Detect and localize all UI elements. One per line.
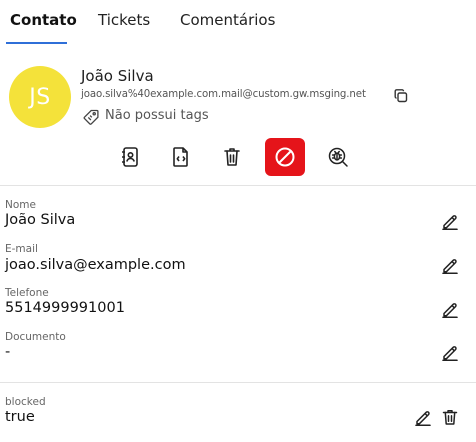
extras-divider bbox=[0, 382, 476, 383]
tab-contato[interactable]: Contato bbox=[10, 10, 77, 30]
edit-phone-icon[interactable] bbox=[440, 299, 460, 319]
field-value-phone: 5514999991001 bbox=[5, 300, 125, 316]
block-contact-button[interactable] bbox=[265, 138, 305, 176]
contact-name: João Silva bbox=[81, 67, 154, 85]
contact-panel: Contato Tickets Comentários JS João Silv… bbox=[0, 0, 476, 442]
extra-value-blocked: true bbox=[5, 409, 35, 425]
no-tags-label: Não possui tags bbox=[105, 108, 209, 123]
field-value-document: - bbox=[5, 344, 11, 360]
edit-blocked-icon[interactable] bbox=[413, 407, 433, 427]
field-value-name: João Silva bbox=[5, 212, 76, 228]
field-value-email: joao.silva@example.com bbox=[5, 257, 186, 273]
contact-card-icon bbox=[120, 146, 140, 168]
copy-icon[interactable] bbox=[393, 88, 409, 104]
field-label-phone: Telefone bbox=[5, 287, 49, 299]
trash-icon bbox=[222, 146, 242, 168]
edit-email-icon[interactable] bbox=[440, 255, 460, 275]
header-divider bbox=[0, 185, 476, 186]
avatar: JS bbox=[9, 66, 71, 128]
contact-email: joao.silva%40example.com.mail@custom.gw.… bbox=[81, 89, 366, 100]
bug-search-icon bbox=[327, 146, 349, 168]
edit-document-icon[interactable] bbox=[440, 342, 460, 362]
tag-icon bbox=[82, 108, 100, 126]
code-file-icon bbox=[171, 146, 191, 168]
active-tab-indicator bbox=[6, 42, 67, 44]
code-file-button[interactable] bbox=[161, 138, 201, 176]
field-label-name: Nome bbox=[5, 199, 36, 211]
delete-contact-button[interactable] bbox=[212, 138, 252, 176]
avatar-initials: JS bbox=[29, 84, 51, 110]
contact-card-button[interactable] bbox=[110, 138, 150, 176]
delete-blocked-icon[interactable] bbox=[440, 407, 460, 427]
tab-tickets[interactable]: Tickets bbox=[98, 10, 150, 30]
tab-bar: Contato Tickets Comentários bbox=[0, 0, 476, 46]
block-icon bbox=[274, 146, 296, 168]
field-label-document: Documento bbox=[5, 331, 66, 343]
field-label-email: E-mail bbox=[5, 243, 38, 255]
edit-name-icon[interactable] bbox=[440, 211, 460, 231]
tab-comentarios[interactable]: Comentários bbox=[180, 10, 275, 30]
extra-label-blocked: blocked bbox=[5, 396, 46, 408]
bug-search-button[interactable] bbox=[318, 138, 358, 176]
